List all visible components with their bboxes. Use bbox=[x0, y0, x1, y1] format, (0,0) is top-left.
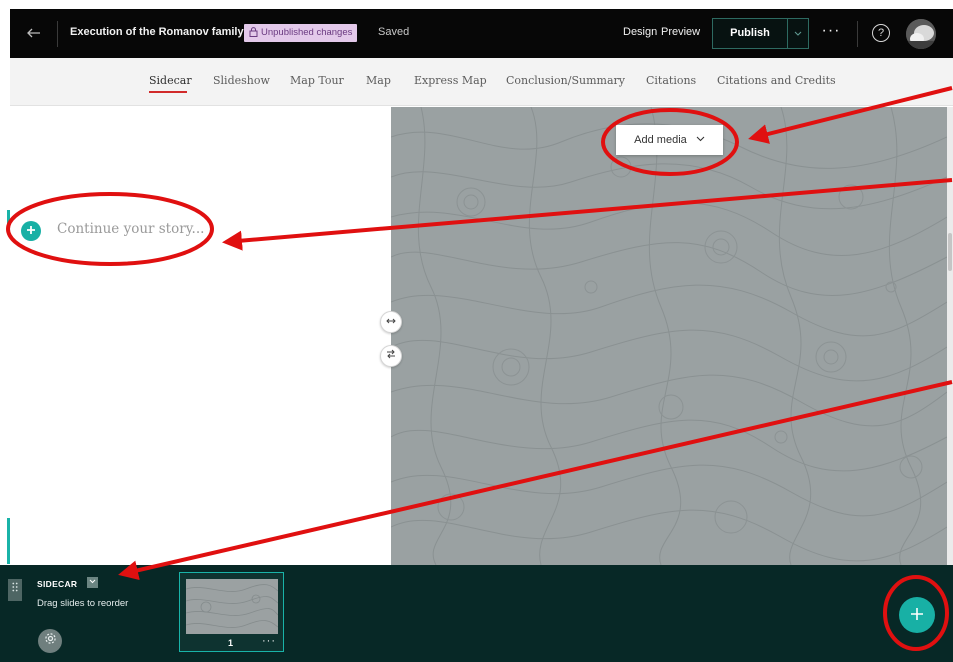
lock-icon bbox=[249, 27, 258, 37]
save-status: Saved bbox=[378, 26, 410, 38]
app-header: Execution of the Romanov family Unpublis… bbox=[10, 9, 953, 58]
tab-citations-and-credits[interactable]: Citations and Credits bbox=[717, 74, 836, 87]
add-block-button[interactable] bbox=[21, 221, 41, 241]
arrow-left-icon bbox=[27, 28, 40, 38]
swap-panels-button[interactable] bbox=[380, 345, 402, 367]
gear-icon[interactable] bbox=[38, 629, 62, 653]
media-panel[interactable] bbox=[391, 107, 947, 565]
block-type-label: SIDECAR bbox=[37, 579, 78, 589]
badge-label: Unpublished changes bbox=[261, 27, 353, 38]
resize-panel-button[interactable] bbox=[380, 311, 402, 333]
active-tab-indicator bbox=[149, 91, 187, 93]
panel-edge-accent bbox=[7, 210, 10, 226]
add-media-label: Add media bbox=[634, 134, 687, 146]
continue-story-placeholder[interactable]: Continue your story... bbox=[57, 221, 204, 237]
back-button[interactable] bbox=[22, 22, 46, 46]
panel-edge-accent bbox=[7, 518, 10, 564]
tab-express-map[interactable]: Express Map bbox=[414, 74, 487, 87]
tab-citations[interactable]: Citations bbox=[646, 74, 696, 87]
reorder-hint: Drag slides to reorder bbox=[37, 598, 129, 609]
slide-number: 1 bbox=[228, 638, 234, 648]
help-icon[interactable]: ? bbox=[872, 24, 890, 42]
section-nav: Sidecar Slideshow Map Tour Map Express M… bbox=[10, 58, 953, 106]
scrollbar-thumb[interactable] bbox=[948, 233, 952, 271]
tab-slideshow[interactable]: Slideshow bbox=[213, 74, 270, 87]
plus-icon bbox=[911, 608, 923, 620]
slide-preview-image bbox=[186, 579, 278, 634]
header-divider bbox=[857, 21, 858, 47]
preview-button[interactable]: Preview bbox=[661, 26, 700, 38]
chevron-down-icon bbox=[794, 31, 802, 36]
tab-sidecar[interactable]: Sidecar bbox=[149, 74, 192, 87]
publish-options-button[interactable] bbox=[787, 18, 809, 49]
story-title[interactable]: Execution of the Romanov family bbox=[70, 26, 244, 38]
publish-button[interactable]: Publish bbox=[712, 18, 788, 49]
plus-icon bbox=[27, 226, 35, 234]
header-divider bbox=[57, 21, 58, 47]
slide-options-button[interactable]: ··· bbox=[262, 635, 276, 647]
tab-conclusion-summary[interactable]: Conclusion/Summary bbox=[506, 74, 625, 87]
narrative-panel[interactable] bbox=[10, 107, 391, 565]
avatar[interactable] bbox=[906, 19, 936, 49]
more-options-button[interactable]: ··· bbox=[818, 21, 844, 45]
design-button[interactable]: Design bbox=[623, 26, 657, 38]
scrollbar-track[interactable] bbox=[947, 107, 953, 565]
unpublished-changes-badge[interactable]: Unpublished changes bbox=[244, 24, 358, 42]
chevron-down-icon bbox=[696, 136, 705, 142]
tab-map[interactable]: Map bbox=[366, 74, 391, 87]
block-type-dropdown[interactable] bbox=[87, 577, 98, 588]
add-media-button[interactable]: Add media bbox=[616, 125, 723, 155]
tab-map-tour[interactable]: Map Tour bbox=[290, 74, 344, 87]
swap-icon bbox=[387, 349, 395, 359]
chevron-down-icon bbox=[89, 579, 96, 584]
resize-horizontal-icon bbox=[386, 318, 396, 324]
slide-thumbnail[interactable]: 1 ··· bbox=[179, 572, 284, 652]
drag-handle-icon[interactable] bbox=[8, 579, 22, 601]
slide-panel: SIDECAR Drag slides to reorder 1 ··· bbox=[0, 565, 953, 662]
add-slide-button[interactable] bbox=[899, 597, 935, 633]
topographic-pattern bbox=[391, 107, 947, 565]
